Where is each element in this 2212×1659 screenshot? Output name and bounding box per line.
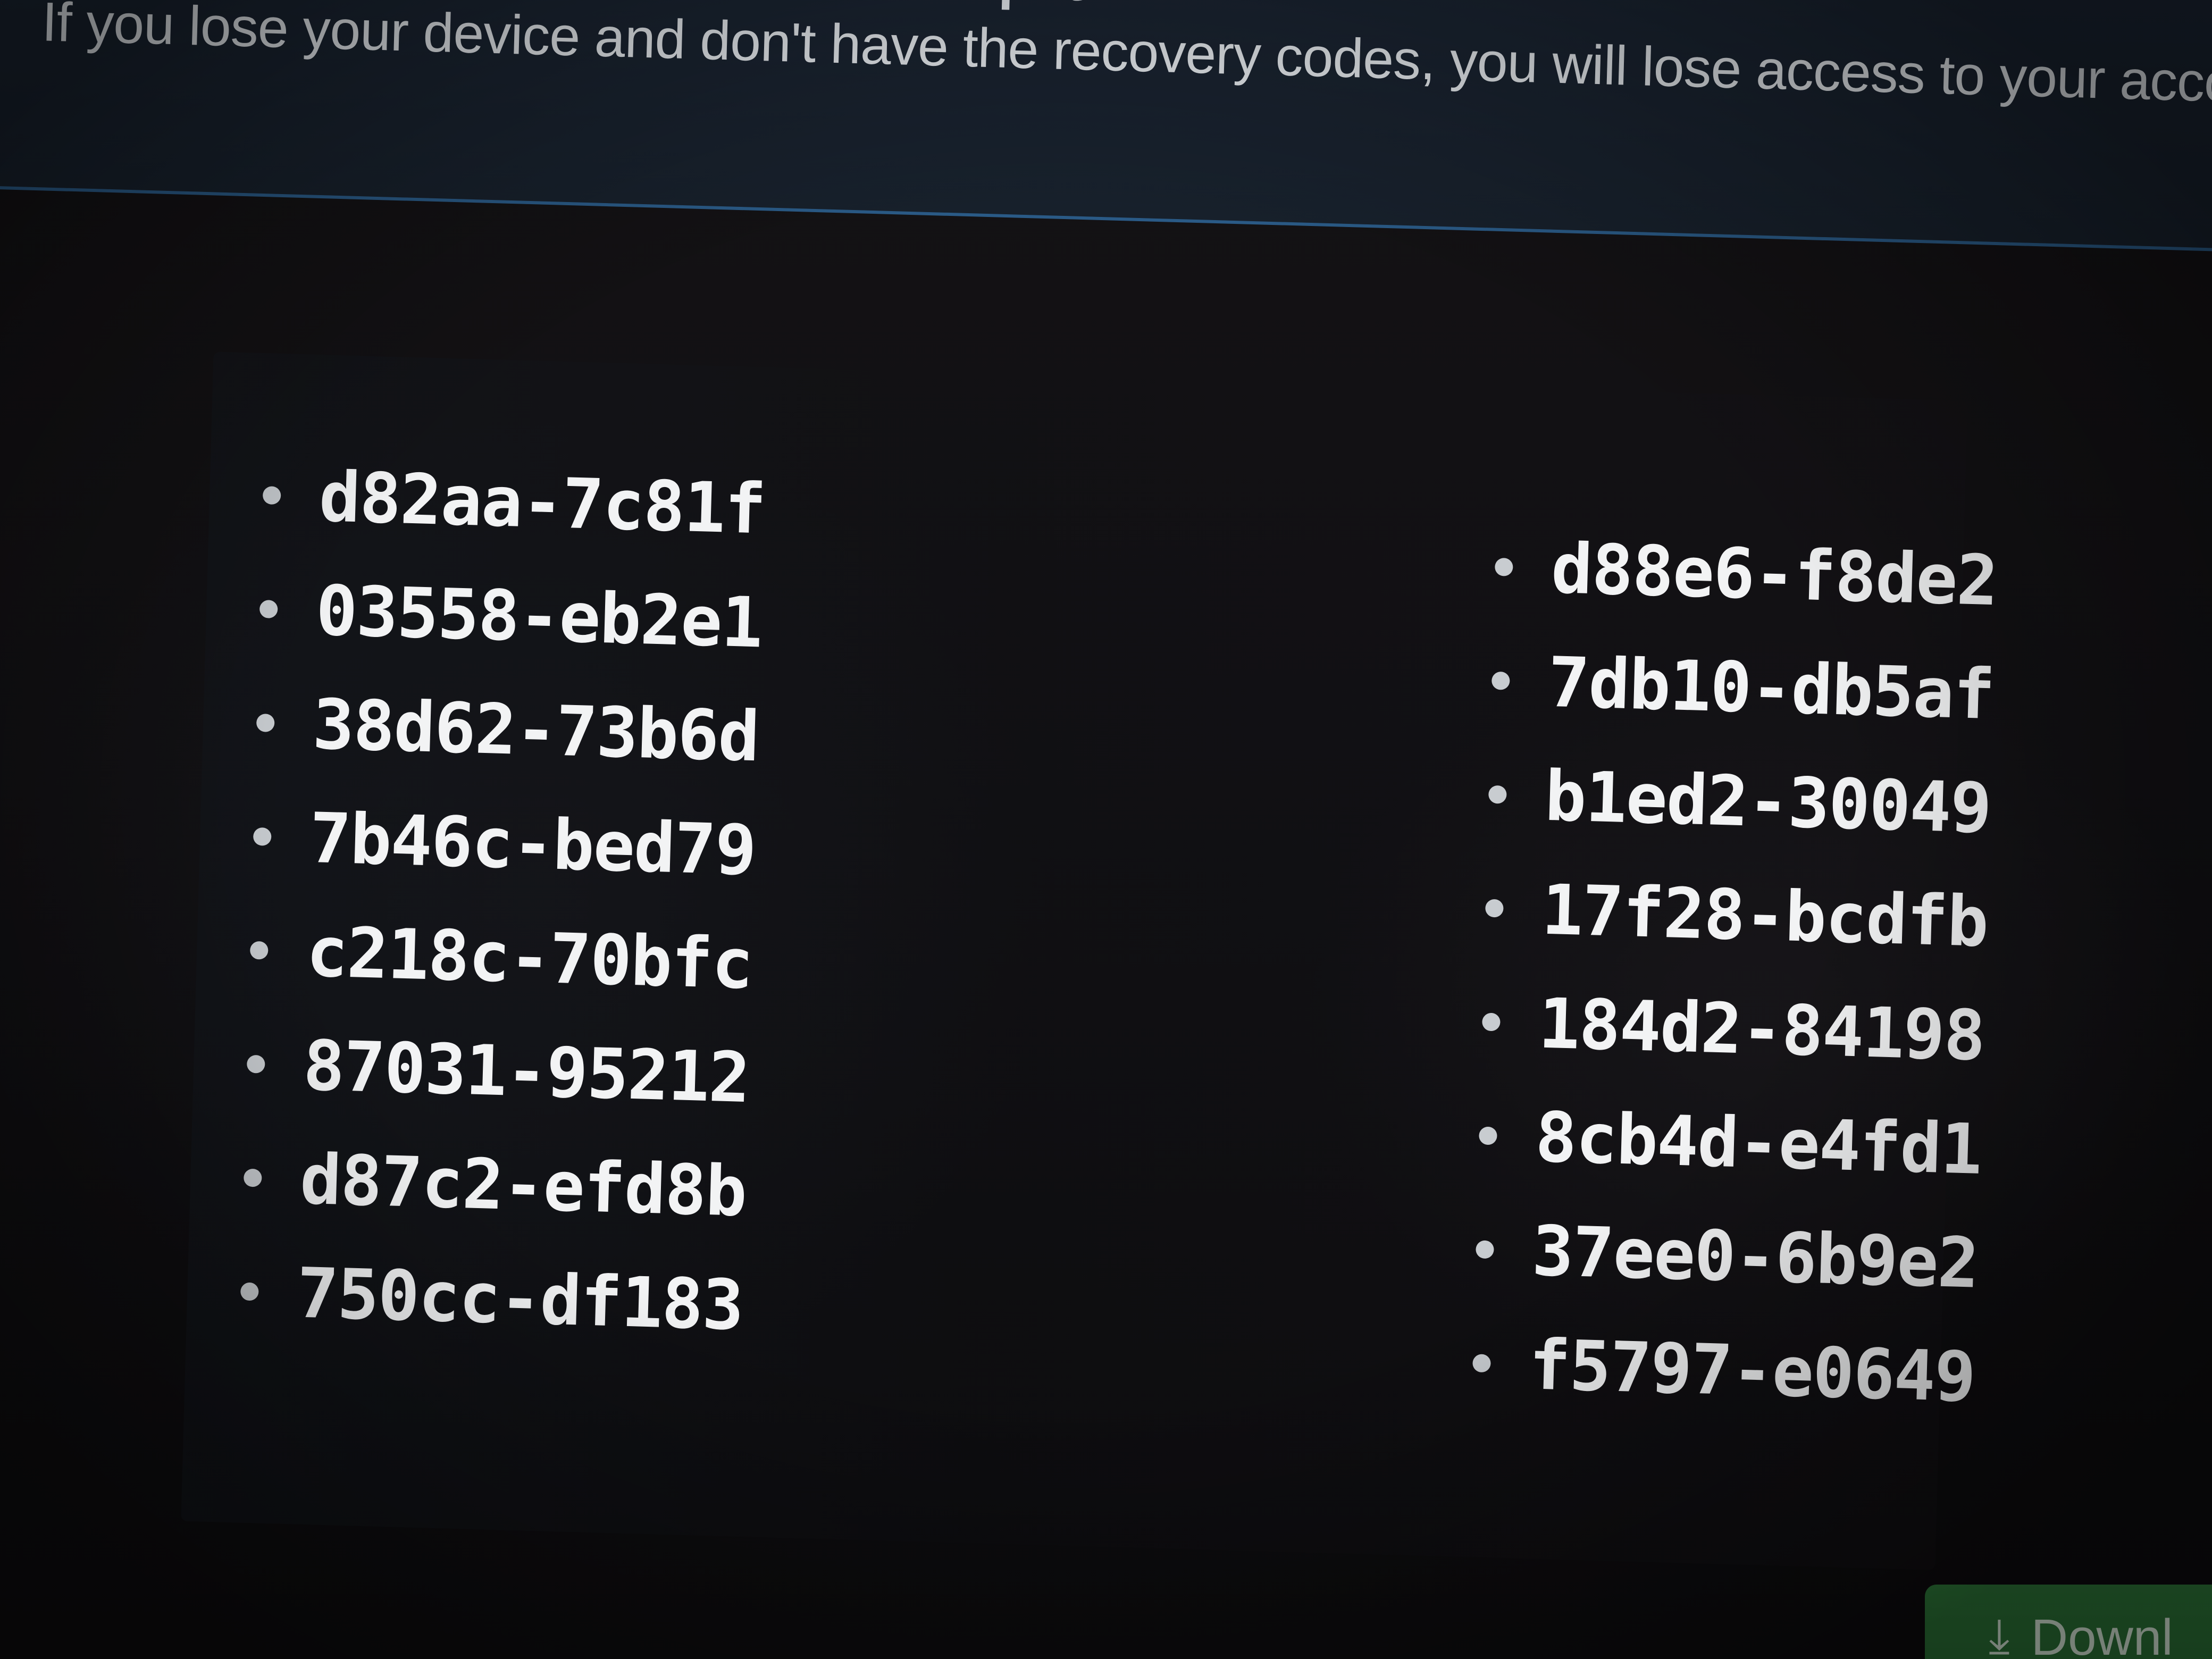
recovery-code: 37ee0-6b9e2	[1531, 1210, 1980, 1304]
recovery-code: 03558-eb2e1	[315, 570, 763, 664]
bullet-icon	[1491, 671, 1510, 690]
bullet-icon	[262, 486, 281, 505]
recovery-code-item: 7db10-db5af	[1490, 624, 1996, 751]
recovery-code-item: d88e6-f8de2	[1493, 510, 1999, 638]
recovery-code-item: 750cc-df183	[239, 1235, 744, 1362]
recovery-code: f5797-e0649	[1528, 1324, 1976, 1418]
recovery-code-item: c218c-70bfc	[248, 893, 754, 1021]
recovery-code: c218c-70bfc	[305, 911, 753, 1005]
recovery-code: 184d2-84198	[1537, 983, 1986, 1076]
tilted-viewport: Keep your recovery codes in a safe spot …	[0, 0, 2212, 1659]
recovery-code-item: 03558-eb2e1	[258, 552, 764, 680]
recovery-codes-warning-banner: Keep your recovery codes in a safe spot …	[0, 0, 2212, 253]
recovery-code-item: 184d2-84198	[1480, 965, 1986, 1093]
download-button-label: Downl	[2031, 1609, 2173, 1659]
download-button[interactable]: ⤓ Downl	[1925, 1585, 2212, 1659]
recovery-code: 7b46c-bed79	[308, 797, 757, 891]
bullet-icon	[1494, 557, 1513, 576]
download-icon: ⤓	[1989, 1608, 2010, 1659]
bullet-icon	[249, 941, 269, 960]
recovery-code: 87031-95212	[302, 1025, 751, 1119]
bullet-icon	[259, 600, 278, 619]
recovery-code-item: f5797-e0649	[1471, 1306, 1977, 1434]
bullet-icon	[246, 1054, 265, 1074]
recovery-codes-right-column: d88e6-f8de2 7db10-db5af b1ed2-30049 17f2…	[1471, 510, 1999, 1434]
recovery-code: d87c2-efd8b	[299, 1138, 748, 1233]
recovery-code-item: 8cb4d-e4fd1	[1477, 1079, 1983, 1206]
bullet-icon	[243, 1168, 262, 1187]
recovery-code-item: 37ee0-6b9e2	[1474, 1192, 1980, 1320]
bullet-icon	[256, 714, 275, 732]
bullet-icon	[1478, 1126, 1497, 1145]
recovery-code-item: d82aa-7c81f	[261, 438, 767, 566]
recovery-code-item: 87031-95212	[245, 1007, 751, 1135]
bullet-icon	[1472, 1354, 1491, 1373]
recovery-code: d88e6-f8de2	[1550, 527, 1999, 622]
recovery-code-item: d87c2-efd8b	[242, 1121, 748, 1249]
recovery-code-item: 38d62-73b6d	[255, 666, 760, 793]
recovery-code-item: 17f28-bcdfb	[1484, 851, 1989, 979]
recovery-codes-left-column: d82aa-7c81f 03558-eb2e1 38d62-73b6d 7b46…	[239, 438, 766, 1362]
recovery-code-item: 7b46c-bed79	[252, 780, 757, 907]
recovery-code: 7db10-db5af	[1547, 641, 1996, 735]
bullet-icon	[240, 1282, 259, 1301]
warning-message: If you lose your device and don't have t…	[41, 0, 2212, 114]
recovery-code: 8cb4d-e4fd1	[1534, 1096, 1983, 1190]
recovery-code: 17f28-bcdfb	[1540, 869, 1989, 963]
recovery-code-item: b1ed2-30049	[1487, 738, 1992, 865]
bullet-icon	[1476, 1240, 1494, 1259]
bullet-icon	[1485, 899, 1504, 918]
recovery-code: d82aa-7c81f	[318, 456, 766, 550]
screen: Keep your recovery codes in a safe spot …	[0, 0, 2212, 1659]
recovery-code: 38d62-73b6d	[312, 683, 760, 777]
bullet-icon	[1481, 1012, 1501, 1032]
bullet-icon	[1488, 785, 1507, 804]
recovery-code: 750cc-df183	[296, 1252, 744, 1346]
recovery-code: b1ed2-30049	[1544, 755, 1992, 849]
bullet-icon	[253, 827, 272, 846]
